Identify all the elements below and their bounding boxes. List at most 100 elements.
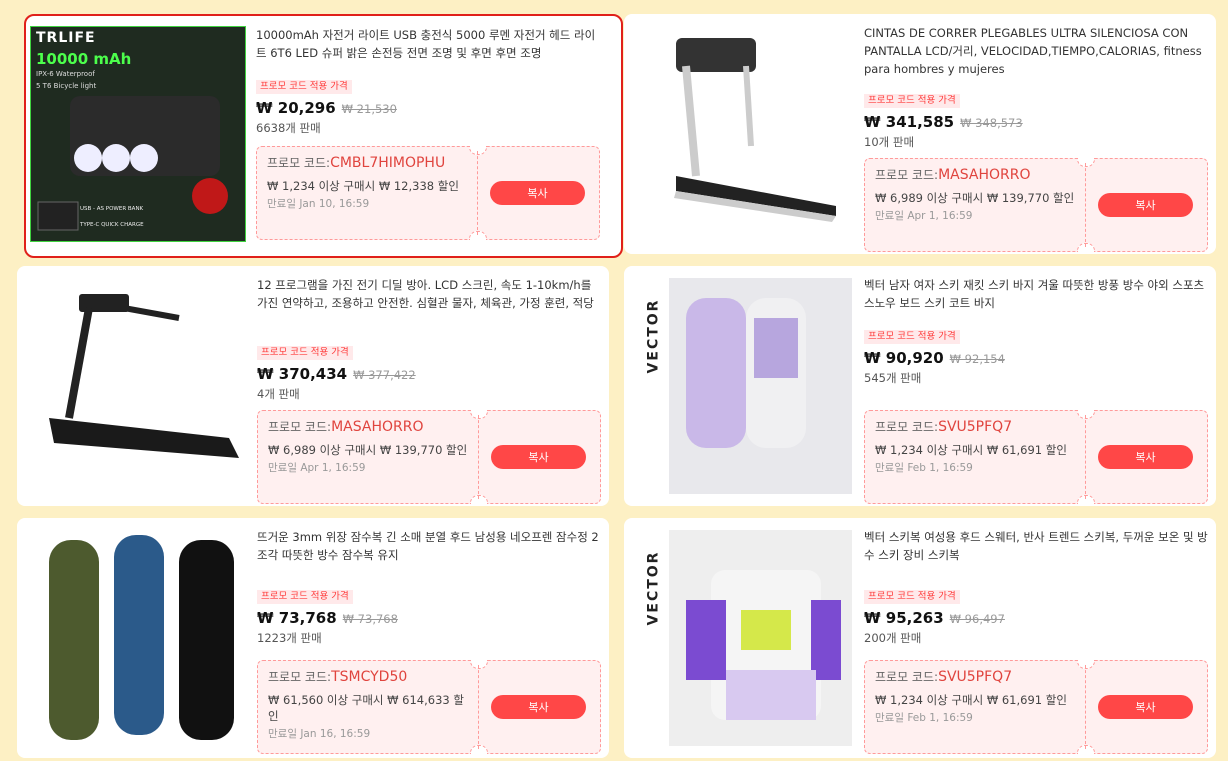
promo-code-label: 프로모 코드: [268,420,332,434]
product-image[interactable] [29,278,245,494]
product-image[interactable]: VECTOR [636,278,852,494]
coupon-box: 프로모 코드:SVU5PFQ7 ₩ 1,234 이상 구매시 ₩ 61,691 … [864,660,1208,754]
coupon-divider [1085,163,1086,247]
promo-price-badge: 프로모 코드 적용 가격 [256,80,352,94]
promo-code-label: 프로모 코드: [875,420,939,434]
promo-code-label: 프로모 코드: [268,670,332,684]
product-card-folding-treadmill[interactable]: CINTAS DE CORRER PLEGABLES ULTRA SILENCI… [624,14,1216,254]
sale-price: ₩ 370,434 [257,365,348,383]
coupon-box: 프로모 코드:MASAHORRO ₩ 6,989 이상 구매시 ₩ 139,77… [257,410,601,504]
coupon-notch [470,410,488,419]
promo-code[interactable]: SVU5PFQ7 [938,419,1012,435]
product-title[interactable]: 10000mAh 자전거 라이트 USB 충전식 5000 루멘 자전거 헤드 … [256,26,600,66]
product-card-electric-treadmill[interactable]: 12 프로그램을 가진 전기 디딜 방아. LCD 스크린, 속도 1-10km… [17,266,609,506]
copy-button[interactable]: 복사 [1098,193,1193,217]
copy-button[interactable]: 복사 [1098,695,1193,719]
wetsuit-photo [49,535,234,740]
coupon-notch [469,231,487,240]
waterproof-text: IPX-6 Waterproof [36,70,95,78]
promo-price-badge: 프로모 코드 적용 가격 [864,94,960,108]
promo-code[interactable]: CMBL7HIMOPHU [330,155,445,171]
sale-price: ₩ 20,296 [256,99,336,117]
original-price: ₩ 348,573 [960,116,1023,130]
promo-price-badge: 프로모 코드 적용 가격 [864,590,960,604]
sold-count: 6638개 판매 [256,121,321,135]
product-card-wetsuit[interactable]: 뜨거운 3mm 위장 잠수복 긴 소매 분열 후드 남성용 네오프렌 잠수정 2… [17,518,609,758]
product-card-ski-hoodie[interactable]: VECTOR 벡터 스키복 여성용 후드 스웨터, 반사 트렌드 스키복, 두꺼… [624,518,1216,758]
coupon-box: 프로모 코드:MASAHORRO ₩ 6,989 이상 구매시 ₩ 139,77… [864,158,1208,252]
coupon-divider [478,665,479,749]
original-price: ₩ 92,154 [949,352,1005,366]
coupon-notch [470,660,488,669]
promo-code-label: 프로모 코드: [875,670,939,684]
product-title[interactable]: 벡터 남자 여자 스키 재킷 스키 바지 겨울 따뜻한 방풍 방수 야외 스포츠… [864,276,1208,316]
promo-code[interactable]: SVU5PFQ7 [938,669,1012,685]
promo-price-badge: 프로모 코드 적용 가격 [257,590,353,604]
coupon-condition: ₩ 1,234 이상 구매시 ₩ 61,691 할인 [875,443,1067,457]
coupon-notch [1077,158,1095,167]
coupon-notch [1077,660,1095,669]
original-price: ₩ 96,497 [949,612,1005,626]
typec-text: TYPE-C QUICK CHARGE [80,222,144,228]
original-price: ₩ 377,422 [353,368,416,382]
promo-price-badge: 프로모 코드 적용 가격 [864,330,960,344]
coupon-box: 프로모 코드:SVU5PFQ7 ₩ 1,234 이상 구매시 ₩ 61,691 … [864,410,1208,504]
treadmill-photo [674,38,836,222]
sale-price: ₩ 341,585 [864,113,955,131]
promo-code[interactable]: MASAHORRO [938,167,1030,183]
product-info: 12 프로그램을 가진 전기 디딜 방아. LCD 스크린, 속도 1-10km… [257,276,601,504]
ski-hoodie-photo [669,530,852,746]
original-price: ₩ 21,530 [341,102,397,116]
coupon-divider [478,415,479,499]
sold-count: 200개 판매 [864,631,922,645]
coupon-condition: ₩ 6,989 이상 구매시 ₩ 139,770 할인 [268,443,468,457]
promo-code-label: 프로모 코드: [875,168,939,182]
light-text: 5 T6 Bicycle light [36,82,97,90]
coupon-divider [1085,665,1086,749]
product-card-bike-light[interactable]: TRLIFE 10000 mAh IPX-6 Waterproof 5 T6 B… [24,14,623,258]
coupon-expiry: 만료일 Apr 1, 16:59 [268,462,366,474]
sold-count: 545개 판매 [864,371,922,385]
sold-count: 1223개 판매 [257,631,322,645]
coupon-notch [1077,495,1095,504]
product-image[interactable] [636,26,852,242]
coupon-condition: ₩ 1,234 이상 구매시 ₩ 12,338 할인 [267,179,459,193]
product-info: CINTAS DE CORRER PLEGABLES ULTRA SILENCI… [864,24,1208,252]
copy-button[interactable]: 복사 [491,445,586,469]
coupon-condition: ₩ 6,989 이상 구매시 ₩ 139,770 할인 [875,191,1075,205]
sale-price: ₩ 95,263 [864,609,944,627]
promo-code[interactable]: TSMCYD50 [331,669,407,685]
product-image[interactable]: VECTOR [636,530,852,746]
coupon-notch [470,745,488,754]
original-price: ₩ 73,768 [342,612,398,626]
coupon-notch [1077,243,1095,252]
capacity-text: 10000 mAh [36,50,132,68]
promo-code[interactable]: MASAHORRO [331,419,423,435]
coupon-expiry: 만료일 Apr 1, 16:59 [875,210,973,222]
coupon-expiry: 만료일 Jan 16, 16:59 [268,728,371,740]
product-title[interactable]: CINTAS DE CORRER PLEGABLES ULTRA SILENCI… [864,24,1208,82]
product-image[interactable]: TRLIFE 10000 mAh IPX-6 Waterproof 5 T6 B… [30,26,246,242]
promo-price-badge: 프로모 코드 적용 가격 [257,346,353,360]
coupon-condition: ₩ 61,560 이상 구매시 ₩ 614,633 할인 [268,693,464,723]
product-card-ski-suit[interactable]: VECTOR 벡터 남자 여자 스키 재킷 스키 바지 겨울 따뜻한 방풍 방수… [624,266,1216,506]
coupon-divider [1085,415,1086,499]
usb-text: USB - AS POWER BANK [80,206,144,212]
coupon-condition: ₩ 1,234 이상 구매시 ₩ 61,691 할인 [875,693,1067,707]
coupon-notch [1077,410,1095,419]
coupon-notch [469,146,487,155]
product-title[interactable]: 뜨거운 3mm 위장 잠수복 긴 소매 분열 후드 남성용 네오프렌 잠수정 2… [257,528,601,568]
product-title[interactable]: 12 프로그램을 가진 전기 디딜 방아. LCD 스크린, 속도 1-10km… [257,276,601,334]
coupon-expiry: 만료일 Feb 1, 16:59 [875,712,973,724]
copy-button[interactable]: 복사 [491,695,586,719]
copy-button[interactable]: 복사 [1098,445,1193,469]
product-title[interactable]: 벡터 스키복 여성용 후드 스웨터, 반사 트렌드 스키복, 두꺼운 보온 및 … [864,528,1208,568]
product-image[interactable] [29,530,245,746]
promo-code-label: 프로모 코드: [267,156,331,170]
copy-button[interactable]: 복사 [490,181,585,205]
sold-count: 10개 판매 [864,135,915,149]
treadmill-photo [49,294,239,458]
coupon-box: 프로모 코드:TSMCYD50 ₩ 61,560 이상 구매시 ₩ 614,63… [257,660,601,754]
coupon-notch [1077,745,1095,754]
coupon-notch [470,495,488,504]
